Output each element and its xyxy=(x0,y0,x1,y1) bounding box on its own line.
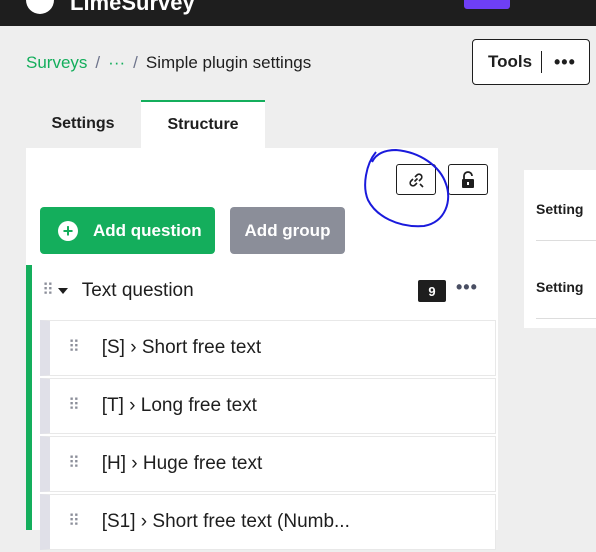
drag-handle-icon[interactable]: ⠿ xyxy=(68,456,80,472)
app-name[interactable]: LimeSurvey xyxy=(70,0,195,16)
breadcrumb: Surveys / ··· / Simple plugin settings xyxy=(26,53,311,73)
drag-handle-icon[interactable]: ⠿ xyxy=(42,283,54,299)
caret-down-icon[interactable] xyxy=(57,288,68,294)
relink-button[interactable] xyxy=(396,164,436,195)
tools-button[interactable]: Tools ••• xyxy=(472,39,590,85)
tools-more-icon[interactable]: ••• xyxy=(542,52,576,73)
group-title[interactable]: Text question xyxy=(82,280,194,302)
group-more-icon[interactable]: ••• xyxy=(456,277,478,298)
question-label[interactable]: [H] › Huge free text xyxy=(102,453,263,475)
plus-icon: + xyxy=(58,220,78,241)
relink-icon xyxy=(409,172,424,188)
question-row[interactable]: ⠿ [T] › Long free text xyxy=(40,378,496,434)
breadcrumb-separator: / xyxy=(95,53,101,72)
top-bar: LimeSurvey xyxy=(0,0,596,26)
question-label[interactable]: [T] › Long free text xyxy=(102,395,257,417)
structure-panel: + Add question Add group ⠿ Text question… xyxy=(26,148,498,550)
breadcrumb-ellipsis-link[interactable]: ··· xyxy=(108,53,125,73)
add-question-button[interactable]: + Add question xyxy=(40,207,215,254)
top-action-button[interactable] xyxy=(464,0,510,9)
drag-handle-icon[interactable]: ⠿ xyxy=(68,398,80,414)
breadcrumb-separator: / xyxy=(133,53,138,72)
drag-handle-icon[interactable]: ⠿ xyxy=(68,340,80,356)
side-settings-panel: Setting Setting xyxy=(524,170,596,328)
breadcrumb-surveys-link[interactable]: Surveys xyxy=(26,53,87,73)
unlock-button[interactable] xyxy=(448,164,488,195)
question-label[interactable]: [S] › Short free text xyxy=(102,337,261,359)
question-row[interactable]: ⠿ [S] › Short free text xyxy=(40,320,496,376)
tab-structure[interactable]: Structure xyxy=(141,100,265,149)
question-list: ⠿ [S] › Short free text ⠿ [T] › Long fre… xyxy=(40,320,496,552)
tab-bar: Settings Structure xyxy=(26,100,498,149)
tab-settings[interactable]: Settings xyxy=(26,100,140,148)
question-group-header[interactable]: ⠿ Text question 9 ••• xyxy=(32,265,498,317)
drag-handle-icon[interactable]: ⠿ xyxy=(68,514,80,530)
add-group-button[interactable]: Add group xyxy=(230,207,345,254)
breadcrumb-current: Simple plugin settings xyxy=(145,53,312,72)
add-question-label: Add question xyxy=(93,220,202,240)
question-row[interactable]: ⠿ [S1] › Short free text (Numb... xyxy=(40,494,496,550)
logo-icon[interactable] xyxy=(26,0,54,14)
unlock-icon xyxy=(462,170,474,188)
side-setting-item[interactable]: Setting xyxy=(536,256,596,319)
question-count-badge: 9 xyxy=(418,280,446,302)
side-setting-item[interactable]: Setting xyxy=(536,178,596,241)
tools-label[interactable]: Tools xyxy=(473,52,541,72)
question-row[interactable]: ⠿ [H] › Huge free text xyxy=(40,436,496,492)
